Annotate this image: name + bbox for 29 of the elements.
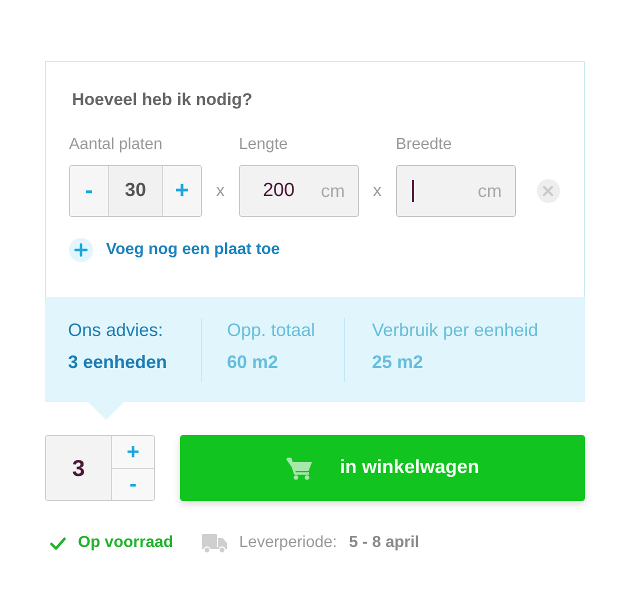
advice-value: 3 eenheden: [68, 351, 168, 374]
calculator-title: Hoeveel heb ik nodig?: [72, 89, 252, 111]
delivery-label: Leverperiode:: [239, 533, 337, 553]
quantity-field[interactable]: 30: [108, 166, 163, 216]
measurement-field[interactable]: cm: [396, 165, 516, 217]
advice-value: 25 m2: [372, 351, 424, 374]
add-to-cart-button[interactable]: in winkelwagen: [180, 435, 585, 501]
multiply-sign: x: [373, 181, 382, 201]
plus-icon: [69, 238, 93, 262]
increment-button[interactable]: +: [112, 436, 154, 468]
measurement-field[interactable]: 200 cm: [238, 165, 359, 217]
advice-label: Ons advies:: [68, 319, 164, 342]
text-cursor-icon: [412, 180, 414, 202]
field-label: Breedte: [396, 135, 452, 155]
remove-button[interactable]: [536, 179, 560, 203]
field-label: Lengte: [238, 135, 288, 155]
multiply-sign: x: [216, 181, 225, 201]
advice-label: Opp. totaal: [227, 319, 316, 342]
cart-icon: [286, 456, 313, 480]
advice-value: 60 m2: [227, 351, 278, 374]
truck-icon: [202, 534, 228, 552]
delivery-period: 5 - 8 april: [348, 533, 420, 553]
quantity-field[interactable]: 3: [46, 436, 112, 500]
stock-status: Op voorraad: [78, 533, 174, 553]
check-icon: [50, 536, 66, 550]
advice-label: Verbruik per eenheid: [372, 319, 538, 342]
add-plate-link[interactable]: Voeg nog een plaat toe: [69, 238, 280, 262]
close-icon: [543, 186, 554, 196]
field-label: Aantal platen: [69, 135, 162, 155]
